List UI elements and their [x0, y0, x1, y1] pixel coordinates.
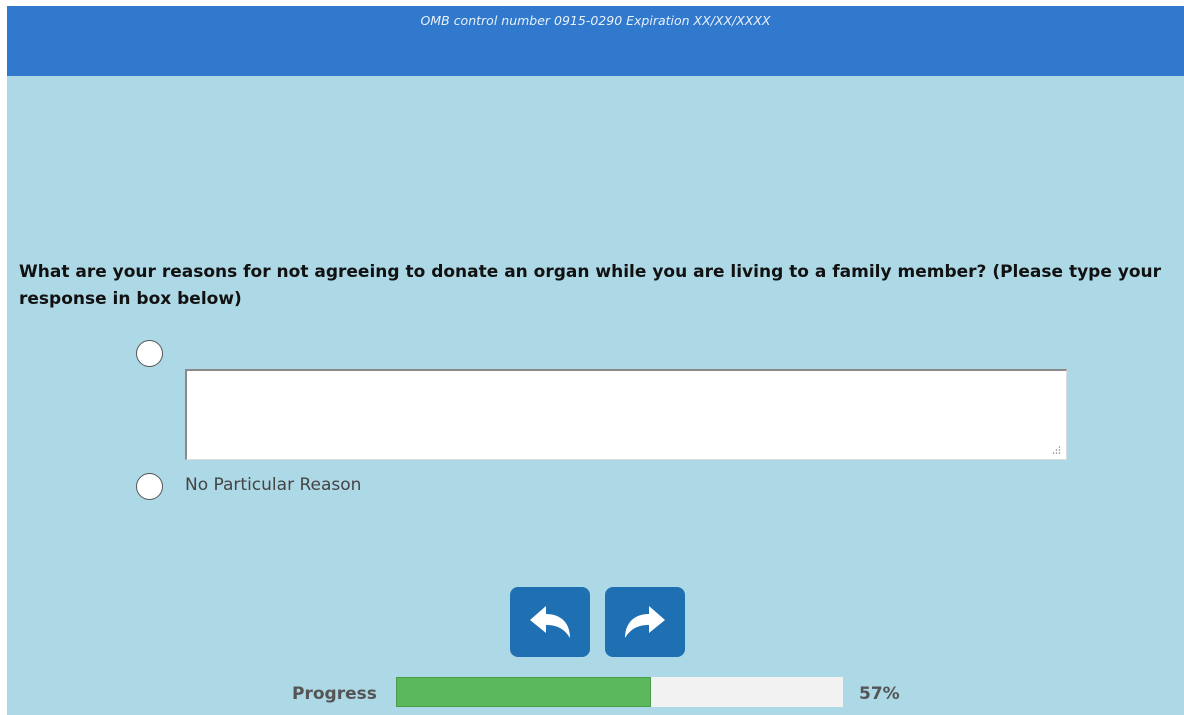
next-button[interactable]: [605, 587, 685, 657]
progress-bar: [396, 677, 843, 707]
survey-panel: What are your reasons for not agreeing t…: [7, 76, 1184, 715]
radio-other-text[interactable]: [136, 340, 163, 367]
back-button[interactable]: [510, 587, 590, 657]
question-text: What are your reasons for not agreeing t…: [19, 262, 1162, 309]
response-input[interactable]: [187, 371, 1066, 459]
option-label-no-particular-reason[interactable]: No Particular Reason: [185, 475, 361, 495]
omb-control-text: OMB control number 0915-0290 Expiration …: [420, 13, 771, 28]
progress-bar-fill: [396, 677, 651, 707]
header-bar: OMB control number 0915-0290 Expiration …: [7, 6, 1184, 76]
forward-arrow-icon: [625, 606, 665, 638]
resize-grip-icon[interactable]: [1051, 445, 1061, 455]
response-textarea[interactable]: [185, 369, 1067, 460]
back-arrow-icon: [530, 606, 570, 638]
progress-percent: 57%: [859, 684, 900, 704]
progress-label: Progress: [292, 684, 377, 704]
radio-no-particular-reason[interactable]: [136, 473, 163, 500]
